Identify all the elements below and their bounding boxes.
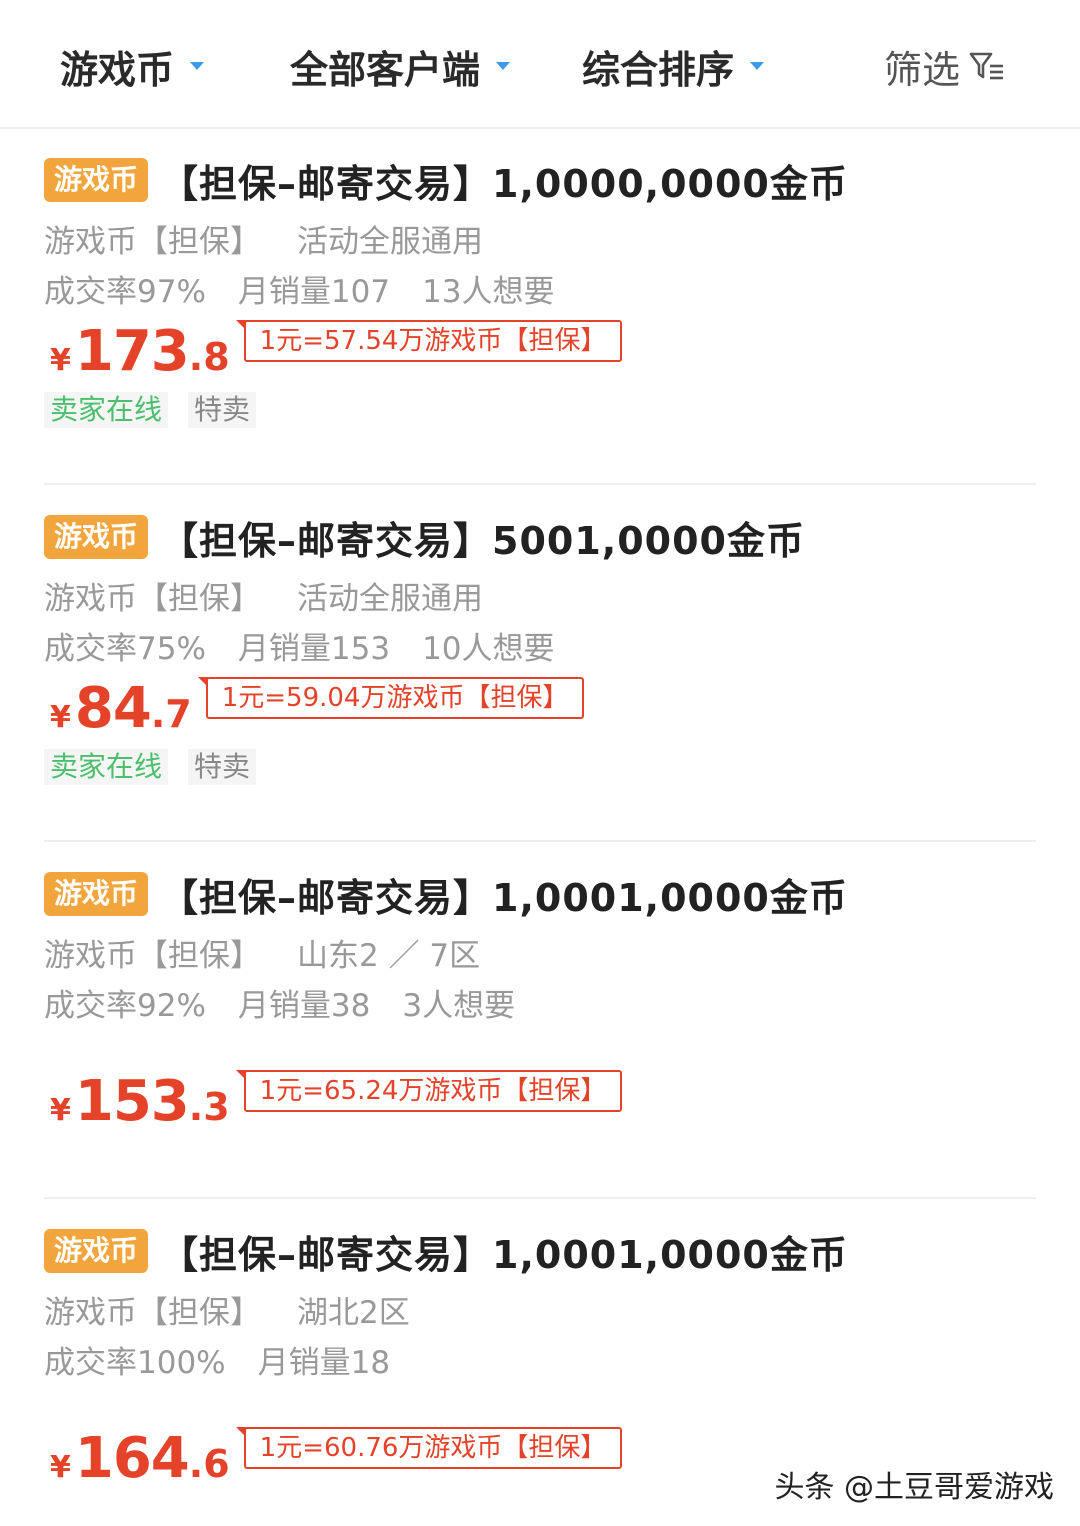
exchange-rate-tag: 1元=60.76万游戏币【担保】 xyxy=(235,1427,623,1469)
wants-count: 3人想要 xyxy=(402,987,516,1024)
yen-symbol: ¥ xyxy=(50,1450,71,1485)
seller-online-tag: 卖家在线 xyxy=(44,392,169,428)
filter-icon xyxy=(969,52,1003,80)
monthly-sales: 月销量153 xyxy=(237,630,391,667)
listing-card[interactable]: 游戏币 【担保–邮寄交易】1,0000,0000金币 游戏币【担保】 活动全服通… xyxy=(0,128,1080,485)
deal-rate: 成交率100% xyxy=(44,1344,226,1381)
filter-label: 筛选 xyxy=(883,47,960,92)
category-badge: 游戏币 xyxy=(44,158,149,202)
price-integer: 164 xyxy=(74,1426,190,1491)
exchange-rate-tag: 1元=59.04万游戏币【担保】 xyxy=(197,677,585,719)
game-currency-label: 游戏币 xyxy=(60,47,175,92)
filter-button[interactable]: 筛选 xyxy=(884,38,1006,94)
price-decimal: .8 xyxy=(188,335,230,379)
seller-online-tag: 卖家在线 xyxy=(44,749,169,785)
listing-title: 【担保–邮寄交易】5001,0000金币 xyxy=(160,518,805,563)
monthly-sales: 月销量18 xyxy=(257,1344,391,1381)
price: ¥ 164 .6 xyxy=(50,1426,230,1491)
listing-server: 活动全服通用 xyxy=(297,223,483,260)
listing-title: 【担保–邮寄交易】1,0000,0000金币 xyxy=(160,161,848,206)
wants-count: 10人想要 xyxy=(422,630,555,667)
caret-down-icon xyxy=(190,62,205,70)
price-integer: 84 xyxy=(74,676,152,741)
price-decimal: .7 xyxy=(150,692,192,736)
yen-symbol: ¥ xyxy=(50,700,71,735)
client-label: 全部客户端 xyxy=(290,47,481,92)
listing-title: 【担保–邮寄交易】1,0001,0000金币 xyxy=(160,1232,848,1277)
price-integer: 173 xyxy=(74,319,190,384)
listing-title: 【担保–邮寄交易】1,0001,0000金币 xyxy=(160,875,848,920)
category-badge: 游戏币 xyxy=(44,872,149,916)
caret-down-icon xyxy=(750,62,765,70)
listing-type: 游戏币【担保】 xyxy=(44,1294,261,1331)
caret-down-icon xyxy=(496,62,511,70)
yen-symbol: ¥ xyxy=(50,343,71,378)
deal-rate: 成交率97% xyxy=(44,273,206,310)
listing-type: 游戏币【担保】 xyxy=(44,580,261,617)
listing-type: 游戏币【担保】 xyxy=(44,223,261,260)
category-badge: 游戏币 xyxy=(44,1229,149,1273)
special-sale-tag: 特卖 xyxy=(188,749,257,785)
price-integer: 153 xyxy=(74,1069,190,1134)
category-badge: 游戏币 xyxy=(44,515,149,559)
client-dropdown[interactable]: 全部客户端 xyxy=(290,38,511,94)
yen-symbol: ¥ xyxy=(50,1093,71,1128)
listing-server: 湖北2区 xyxy=(297,1294,410,1331)
price-decimal: .3 xyxy=(188,1085,230,1129)
sort-dropdown[interactable]: 综合排序 xyxy=(582,38,765,94)
price: ¥ 84 .7 xyxy=(50,676,192,741)
monthly-sales: 月销量38 xyxy=(237,987,371,1024)
sort-label: 综合排序 xyxy=(582,47,735,92)
watermark: 头条 @土豆哥爱游戏 xyxy=(774,1470,1054,1505)
listing-server: 活动全服通用 xyxy=(297,580,483,617)
wants-count: 13人想要 xyxy=(422,273,555,310)
exchange-rate-tag: 1元=57.54万游戏币【担保】 xyxy=(235,320,623,362)
price: ¥ 153 .3 xyxy=(50,1069,230,1134)
exchange-rate-tag: 1元=65.24万游戏币【担保】 xyxy=(235,1070,623,1112)
listing-type: 游戏币【担保】 xyxy=(44,937,261,974)
listing-card[interactable]: 游戏币 【担保–邮寄交易】1,0001,0000金币 游戏币【担保】 山东2 ／… xyxy=(0,842,1080,1199)
listing-server: 山东2 ／ 7区 xyxy=(297,937,481,974)
special-sale-tag: 特卖 xyxy=(188,392,257,428)
listing-card[interactable]: 游戏币 【担保–邮寄交易】5001,0000金币 游戏币【担保】 活动全服通用 … xyxy=(0,485,1080,842)
monthly-sales: 月销量107 xyxy=(237,273,391,310)
deal-rate: 成交率75% xyxy=(44,630,206,667)
filter-bar: 游戏币 全部客户端 综合排序 筛选 xyxy=(0,0,1080,129)
price: ¥ 173 .8 xyxy=(50,319,230,384)
game-currency-dropdown[interactable]: 游戏币 xyxy=(60,38,205,94)
price-decimal: .6 xyxy=(188,1442,230,1486)
deal-rate: 成交率92% xyxy=(44,987,206,1024)
